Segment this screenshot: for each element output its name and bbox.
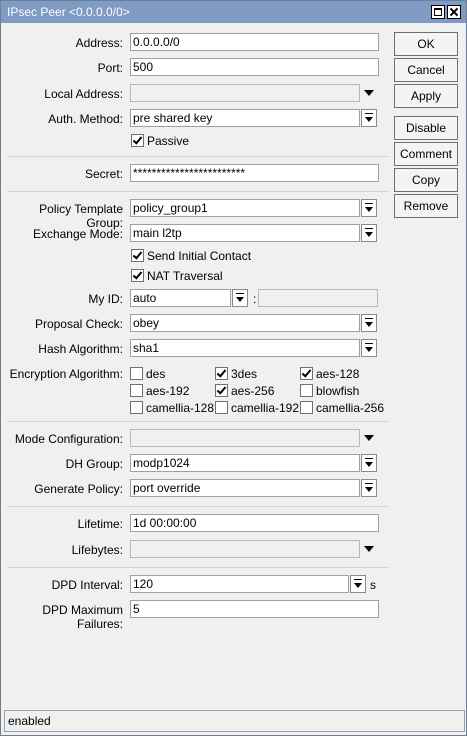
- window-title: IPsec Peer <0.0.0.0/0>: [7, 5, 130, 19]
- blowfish-label: blowfish: [316, 384, 360, 398]
- 3des-checkbox[interactable]: [215, 367, 228, 380]
- hash-algorithm-label: Hash Algorithm:: [38, 342, 123, 356]
- lifetime-label: Lifetime:: [77, 517, 123, 531]
- camellia-192-label: camellia-192: [231, 401, 300, 415]
- apply-button[interactable]: Apply: [394, 84, 458, 108]
- dpd-interval-label: DPD Interval:: [51, 578, 123, 592]
- passive-label: Passive: [147, 134, 190, 148]
- port-input[interactable]: 500: [130, 58, 379, 76]
- camellia-256-label: camellia-256: [316, 401, 385, 415]
- aes-256-label: aes-256: [231, 384, 275, 398]
- auth-method-label: Auth. Method:: [48, 112, 123, 126]
- local-address-input[interactable]: [130, 84, 360, 102]
- proposal-check-select[interactable]: obey: [130, 314, 360, 332]
- blowfish-checkbox[interactable]: [300, 384, 313, 397]
- nat-traversal-label: NAT Traversal: [147, 269, 223, 283]
- dh-group-select[interactable]: modp1024: [130, 454, 360, 472]
- secret-input[interactable]: ************************: [130, 164, 379, 182]
- proposal-check-dropdown-icon[interactable]: [361, 314, 377, 332]
- port-label: Port:: [97, 61, 123, 75]
- proposal-check-label: Proposal Check:: [34, 317, 123, 331]
- title-bar[interactable]: IPsec Peer <0.0.0.0/0>: [1, 1, 466, 23]
- my-id-dropdown-icon[interactable]: [232, 289, 248, 307]
- encryption-algorithm-label: Encryption Algorithm:: [9, 367, 123, 381]
- dpd-interval-input[interactable]: 120: [130, 575, 349, 593]
- address-input[interactable]: 0.0.0.0/0: [130, 33, 379, 51]
- my-id-separator: :: [253, 292, 257, 306]
- lifebytes-dropdown-icon[interactable]: [364, 546, 374, 552]
- aes-128-label: aes-128: [316, 367, 360, 381]
- my-id-select[interactable]: auto: [130, 289, 231, 307]
- auth-method-select[interactable]: pre shared key: [130, 109, 360, 127]
- divider: [7, 191, 389, 192]
- my-id-label: My ID:: [88, 292, 123, 306]
- lifebytes-input[interactable]: [130, 540, 360, 558]
- divider: [7, 506, 389, 507]
- status-bar: enabled: [4, 710, 465, 732]
- aes-128-checkbox[interactable]: [300, 367, 313, 380]
- mode-configuration-dropdown-icon[interactable]: [364, 435, 374, 441]
- send-initial-contact-checkbox[interactable]: [131, 249, 144, 262]
- exchange-mode-label: Exchange Mode:: [32, 227, 123, 241]
- divider: [7, 421, 389, 422]
- camellia-128-checkbox[interactable]: [130, 401, 143, 414]
- passive-checkbox[interactable]: [131, 134, 144, 147]
- 3des-label: 3des: [231, 367, 258, 381]
- aes-256-checkbox[interactable]: [215, 384, 228, 397]
- exchange-mode-dropdown-icon[interactable]: [361, 224, 377, 242]
- dpd-max-failures-input[interactable]: 5: [130, 600, 379, 618]
- nat-traversal-checkbox[interactable]: [131, 269, 144, 282]
- hash-algorithm-select[interactable]: sha1: [130, 339, 360, 357]
- dpd-interval-dropdown-icon[interactable]: [350, 575, 366, 593]
- lifetime-input[interactable]: 1d 00:00:00: [130, 514, 379, 532]
- mode-configuration-select[interactable]: [130, 429, 360, 447]
- policy-template-group-select[interactable]: policy_group1: [130, 199, 360, 217]
- divider: [7, 156, 389, 157]
- des-label: des: [146, 367, 166, 381]
- camellia-256-checkbox[interactable]: [300, 401, 313, 414]
- lifebytes-label: Lifebytes:: [71, 543, 123, 557]
- remove-button[interactable]: Remove: [394, 194, 458, 218]
- local-address-label: Local Address:: [44, 87, 123, 101]
- hash-algorithm-dropdown-icon[interactable]: [361, 339, 377, 357]
- copy-button[interactable]: Copy: [394, 168, 458, 192]
- dpd-interval-unit: s: [370, 578, 376, 592]
- dh-group-label: DH Group:: [65, 457, 123, 471]
- ok-button[interactable]: OK: [394, 32, 458, 56]
- mode-configuration-label: Mode Configuration:: [14, 432, 123, 446]
- dpd-max-failures-label: DPD Maximum Failures:: [42, 603, 123, 631]
- aes-192-label: aes-192: [146, 384, 190, 398]
- maximize-icon[interactable]: [431, 5, 445, 19]
- local-address-dropdown-icon[interactable]: [364, 90, 374, 96]
- my-id-extra-input[interactable]: [258, 289, 378, 307]
- camellia-192-checkbox[interactable]: [215, 401, 228, 414]
- cancel-button[interactable]: Cancel: [394, 58, 458, 82]
- divider: [7, 567, 389, 568]
- ipsec-peer-window: IPsec Peer <0.0.0.0/0> OK Cancel Apply D…: [0, 0, 467, 736]
- close-icon[interactable]: [447, 5, 461, 19]
- policy-template-group-dropdown-icon[interactable]: [361, 199, 377, 217]
- generate-policy-select[interactable]: port override: [130, 479, 360, 497]
- exchange-mode-select[interactable]: main l2tp: [130, 224, 360, 242]
- disable-button[interactable]: Disable: [394, 116, 458, 140]
- policy-template-group-label: Policy Template Group:: [39, 202, 123, 230]
- auth-method-dropdown-icon[interactable]: [361, 109, 377, 127]
- address-label: Address:: [75, 36, 123, 50]
- secret-label: Secret:: [84, 167, 123, 181]
- dh-group-dropdown-icon[interactable]: [361, 454, 377, 472]
- status-text: enabled: [8, 714, 51, 728]
- comment-button[interactable]: Comment: [394, 142, 458, 166]
- send-initial-contact-label: Send Initial Contact: [147, 249, 252, 263]
- aes-192-checkbox[interactable]: [130, 384, 143, 397]
- des-checkbox[interactable]: [130, 367, 143, 380]
- generate-policy-dropdown-icon[interactable]: [361, 479, 377, 497]
- camellia-128-label: camellia-128: [146, 401, 215, 415]
- generate-policy-label: Generate Policy:: [34, 482, 123, 496]
